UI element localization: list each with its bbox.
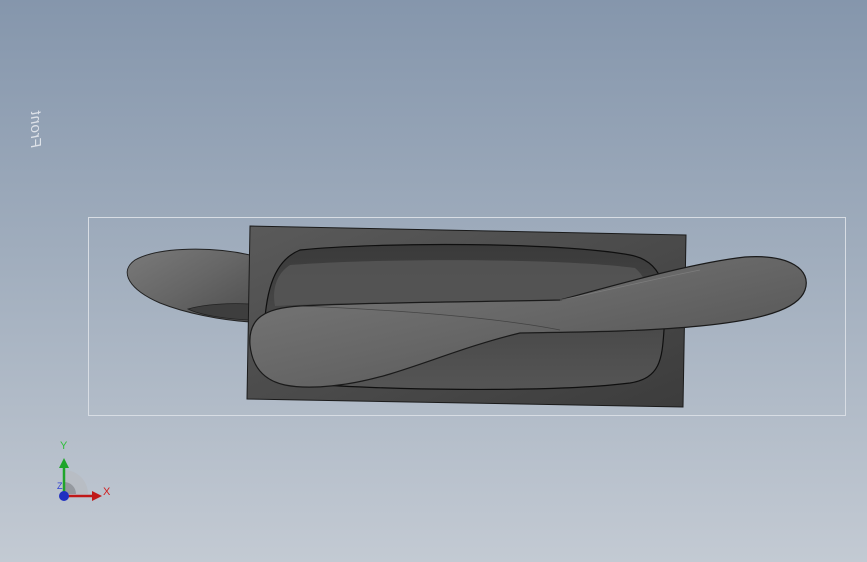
x-axis-arrow-icon bbox=[92, 491, 102, 501]
z-axis-label: Z bbox=[57, 481, 63, 491]
z-axis-dot-icon bbox=[59, 491, 69, 501]
model-view[interactable] bbox=[0, 0, 867, 562]
x-axis-label: X bbox=[103, 486, 111, 498]
triad-graphic bbox=[59, 458, 102, 501]
graphics-viewport[interactable]: Front Y X Z bbox=[0, 0, 867, 562]
y-axis-arrow-icon bbox=[59, 458, 69, 468]
y-axis-label: Y bbox=[60, 440, 68, 452]
view-triad[interactable]: Y X Z bbox=[40, 440, 120, 510]
